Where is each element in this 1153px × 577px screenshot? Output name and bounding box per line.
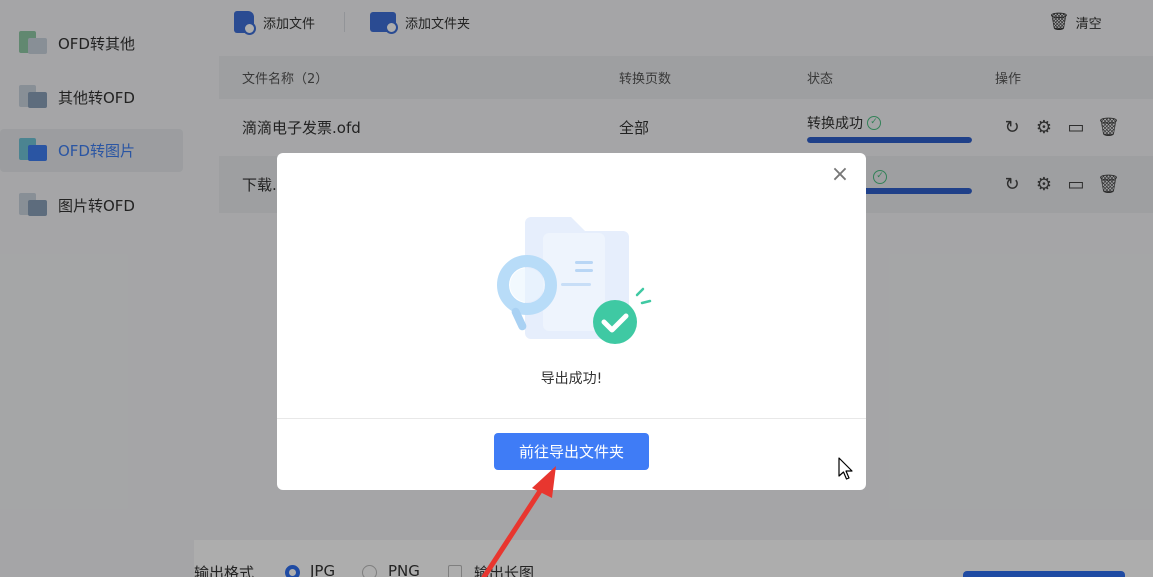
- export-success-dialog: × 导出成功! 前往导出文件夹: [277, 153, 866, 490]
- export-success-illustration: [497, 217, 652, 344]
- close-icon[interactable]: ×: [830, 164, 850, 186]
- dialog-divider: [277, 418, 866, 419]
- export-success-message: 导出成功!: [540, 371, 603, 387]
- red-arrow-annotation: [481, 466, 556, 577]
- mouse-cursor-icon: [838, 457, 853, 480]
